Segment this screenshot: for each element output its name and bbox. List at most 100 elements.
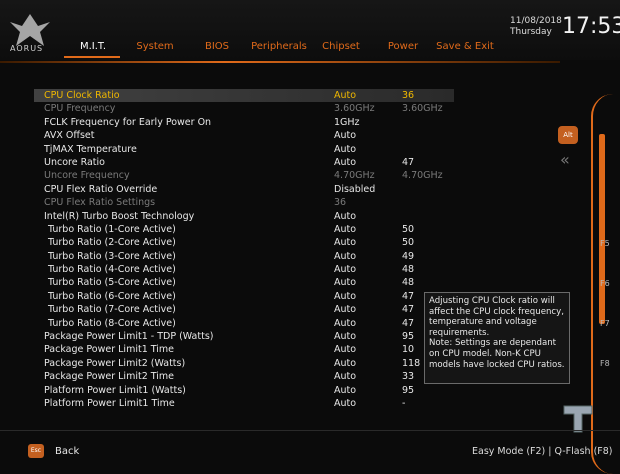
esc-key-button[interactable]: Esc [28,444,44,458]
setting-current-value: 47 [402,317,415,329]
footer-divider [0,430,620,431]
header-divider [0,61,560,63]
settings-list: CPU Clock Ratio Auto 36 CPU Frequency 3.60GH… [34,89,454,410]
easy-mode-qflash-shortcuts[interactable]: Easy Mode (F2) | Q-Flash (F8) [472,446,613,457]
setting-value[interactable]: Auto [334,263,356,276]
setting-value[interactable]: Auto [334,357,356,370]
setting-name: Turbo Ratio (3-Core Active) [48,250,176,262]
setting-current-value: 49 [402,250,415,262]
setting-row[interactable]: Intel(R) Turbo Boost Technology Auto [34,210,454,223]
tab-peripherals[interactable]: Peripherals [248,40,310,60]
setting-row[interactable]: Platform Power Limit1 (Watts) Auto 95 [34,384,454,397]
setting-name: Intel(R) Turbo Boost Technology [44,210,195,222]
tab-system[interactable]: System [124,40,186,60]
setting-name: Turbo Ratio (4-Core Active) [48,264,176,276]
setting-row[interactable]: Turbo Ratio (6-Core Active) Auto 47 [34,290,454,303]
setting-name: Package Power Limit1 - TDP (Watts) [44,331,214,343]
f7-label: F7 [600,319,610,328]
setting-value[interactable]: Auto [334,223,356,236]
setting-value[interactable]: Auto [334,343,356,356]
tab-power[interactable]: Power [372,40,434,60]
setting-row[interactable]: CPU Clock Ratio Auto 36 [34,89,454,103]
setting-row[interactable]: TjMAX Temperature Auto [34,143,454,156]
setting-name: Platform Power Limit1 (Watts) [44,384,186,396]
setting-value[interactable]: Auto [334,156,356,169]
setting-value[interactable]: Auto [334,330,356,343]
setting-value: 36 [334,197,347,209]
setting-current-value: 4.70GHz [402,170,443,182]
collapse-chevron-icon[interactable]: « [560,150,570,169]
alt-key-button[interactable]: Alt [558,126,578,144]
setting-current-value: 10 [402,344,415,356]
setting-row[interactable]: Package Power Limit1 Time Auto 10 [34,343,454,356]
setting-current-value: 48 [402,264,415,276]
setting-value[interactable]: Disabled [334,183,375,196]
f5-label: F5 [600,239,610,248]
setting-value[interactable]: Auto [334,317,356,330]
setting-name: Turbo Ratio (8-Core Active) [48,317,176,329]
setting-current-value: 33 [402,371,415,383]
setting-row[interactable]: AVX Offset Auto [34,129,454,142]
setting-value[interactable]: Auto [334,129,356,142]
setting-row[interactable]: Package Power Limit1 - TDP (Watts) Auto 95 [34,330,454,343]
setting-value[interactable]: Auto [334,143,356,156]
function-key-labels: F5 F6 F7 F8 [600,224,610,384]
setting-current-value: 118 [402,357,421,369]
setting-current-value: 47 [402,290,415,302]
setting-current-value: 50 [402,223,415,235]
setting-name: Turbo Ratio (7-Core Active) [48,304,176,316]
setting-value[interactable]: Auto [334,210,356,223]
setting-row[interactable]: Turbo Ratio (7-Core Active) Auto 47 [34,303,454,316]
setting-name: FCLK Frequency for Early Power On [44,116,212,128]
setting-value[interactable]: Auto [334,236,356,249]
tab-save-exit[interactable]: Save & Exit [434,40,496,60]
setting-row[interactable]: Turbo Ratio (5-Core Active) Auto 48 [34,276,454,289]
back-button[interactable]: Back [55,446,79,457]
setting-row[interactable]: Turbo Ratio (1-Core Active) Auto 50 [34,223,454,236]
setting-row[interactable]: Platform Power Limit1 Time Auto - [34,397,454,410]
setting-value[interactable]: 1GHz [334,116,360,129]
setting-current-value: 50 [402,237,415,249]
setting-value[interactable]: Auto [334,370,356,383]
setting-name: CPU Flex Ratio Settings [44,197,156,209]
setting-value[interactable]: Auto [334,303,356,316]
setting-row[interactable]: Turbo Ratio (2-Core Active) Auto 50 [34,236,454,249]
setting-current-value: 95 [402,384,415,396]
setting-name: AVX Offset [44,130,95,142]
setting-name: Package Power Limit2 Time [44,371,175,383]
setting-row[interactable]: FCLK Frequency for Early Power On 1GHz [34,116,454,129]
main-tabs: M.I.T. System BIOS Peripherals Chipset P… [62,40,496,60]
setting-value[interactable]: Auto [334,89,356,102]
active-tab-indicator [64,56,120,58]
setting-value: 4.70GHz [334,170,375,182]
setting-row[interactable]: Turbo Ratio (4-Core Active) Auto 48 [34,263,454,276]
setting-value[interactable]: Auto [334,384,356,397]
setting-row[interactable]: Package Power Limit2 Time Auto 33 [34,370,454,383]
setting-row[interactable]: Turbo Ratio (8-Core Active) Auto 47 [34,317,454,330]
aorus-eagle-icon [10,14,50,46]
setting-row[interactable]: Package Power Limit2 (Watts) Auto 118 [34,357,454,370]
setting-row[interactable]: CPU Flex Ratio Override Disabled [34,183,454,196]
date-text: 11/08/2018 [510,16,562,26]
setting-row: CPU Flex Ratio Settings 36 [34,196,454,209]
setting-value[interactable]: Auto [334,290,356,303]
setting-value[interactable]: Auto [334,397,356,410]
tab-bios[interactable]: BIOS [186,40,248,60]
setting-name: Platform Power Limit1 Time [44,397,175,409]
setting-row[interactable]: Turbo Ratio (3-Core Active) Auto 49 [34,250,454,263]
setting-current-value: - [402,397,406,409]
setting-value[interactable]: Auto [334,250,356,263]
setting-name: Turbo Ratio (6-Core Active) [48,290,176,302]
setting-value: 3.60GHz [334,103,375,115]
top-bar: AORUS M.I.T. System BIOS Peripherals Chi… [0,0,620,60]
date-display: 11/08/2018 Thursday [510,16,562,38]
setting-current-value: 48 [402,277,415,289]
setting-name: CPU Clock Ratio [44,90,120,101]
f8-label: F8 [600,359,610,368]
setting-name: Turbo Ratio (2-Core Active) [48,237,176,249]
clock-time: 17:53 [562,14,620,39]
setting-value[interactable]: Auto [334,276,356,289]
help-panel: Adjusting CPU Clock ratio will affect th… [424,292,570,384]
tab-chipset[interactable]: Chipset [310,40,372,60]
setting-row[interactable]: Uncore Ratio Auto 47 [34,156,454,169]
